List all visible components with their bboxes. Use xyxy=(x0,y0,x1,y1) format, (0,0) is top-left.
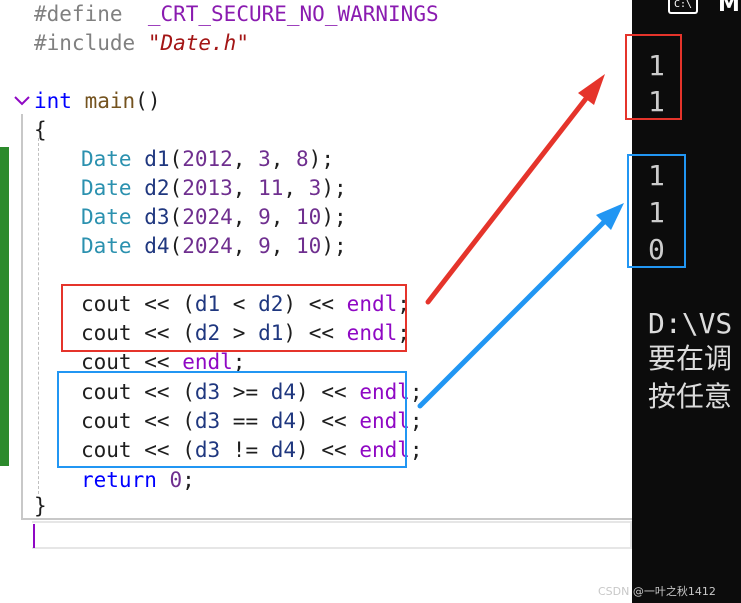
scope-guide-bottom xyxy=(21,518,632,520)
blue-highlight-box-output xyxy=(627,154,686,268)
console-message-line: 按任意 xyxy=(648,380,733,413)
code-line-date-decl[interactable]: Date d4(2024, 9, 10); xyxy=(34,232,347,261)
type-name: Date xyxy=(81,176,132,200)
type-name: Date xyxy=(81,205,132,229)
comma: , xyxy=(270,147,297,171)
semicolon: ; xyxy=(409,380,423,404)
text-caret xyxy=(33,524,35,548)
number-literal: 10 xyxy=(296,234,322,258)
comma: , xyxy=(232,205,259,229)
number-literal: 2024 xyxy=(182,205,233,229)
number-literal: 2024 xyxy=(182,234,233,258)
code-line-define[interactable]: #define _CRT_SECURE_NO_WARNINGS xyxy=(34,0,439,29)
type-name: Date xyxy=(81,234,132,258)
function-parens: () xyxy=(135,89,161,113)
semicolon: ; xyxy=(333,205,347,229)
code-line-include[interactable]: #include "Date.h" xyxy=(34,29,249,58)
open-paren: ( xyxy=(169,205,183,229)
number-literal: 3 xyxy=(308,176,322,200)
code-line-date-decl[interactable]: Date d3(2024, 9, 10); xyxy=(34,203,347,232)
code-line-return[interactable]: return 0; xyxy=(34,466,195,495)
define-directive: #define xyxy=(34,2,123,26)
semicolon: ; xyxy=(182,468,195,492)
current-line-highlight xyxy=(32,521,632,549)
number-literal: 3 xyxy=(258,147,271,171)
close-paren: ) xyxy=(321,234,334,258)
open-paren: ( xyxy=(169,234,183,258)
number-literal: 11 xyxy=(258,176,284,200)
return-value: 0 xyxy=(169,468,183,492)
variable-name: d2 xyxy=(144,176,170,200)
number-literal: 9 xyxy=(258,234,271,258)
number-literal: 8 xyxy=(296,147,309,171)
variable-name: d1 xyxy=(144,147,170,171)
comma: , xyxy=(232,234,259,258)
comma: , xyxy=(283,176,309,200)
open-paren: ( xyxy=(169,176,183,200)
comma: , xyxy=(232,176,259,200)
semicolon: ; xyxy=(409,409,423,433)
return-keyword: return xyxy=(81,468,157,492)
console-path-line: D:\VS xyxy=(648,307,733,340)
open-paren: ( xyxy=(169,147,183,171)
change-indicator-bar xyxy=(0,147,9,466)
number-literal: 9 xyxy=(258,205,271,229)
return-type: int xyxy=(34,89,72,113)
blue-highlight-box-code xyxy=(57,371,407,468)
close-paren: ) xyxy=(321,176,334,200)
variable-name: d4 xyxy=(144,234,170,258)
type-name: Date xyxy=(81,147,132,171)
open-brace: { xyxy=(34,118,47,142)
collapse-chevron-icon[interactable] xyxy=(12,91,32,111)
variable-name: d3 xyxy=(144,205,170,229)
red-highlight-box-code xyxy=(61,284,407,352)
close-paren: ) xyxy=(308,147,322,171)
semicolon: ; xyxy=(333,234,347,258)
red-highlight-box-output xyxy=(625,34,682,120)
semicolon: ; xyxy=(333,176,347,200)
comma: , xyxy=(270,205,297,229)
code-line-main[interactable]: int main() xyxy=(34,87,160,116)
comma: , xyxy=(232,147,259,171)
scope-guide xyxy=(21,114,23,519)
console-message-line: 要在调 xyxy=(648,342,733,375)
watermark: CSDN @一叶之秋1412 xyxy=(598,585,716,598)
number-literal: 10 xyxy=(296,205,322,229)
semicolon: ; xyxy=(321,147,334,171)
number-literal: 2013 xyxy=(182,176,233,200)
number-literal: 2012 xyxy=(182,147,233,171)
close-paren: ) xyxy=(321,205,334,229)
console-title: M xyxy=(718,0,740,17)
include-directive: #include xyxy=(34,31,136,55)
comma: , xyxy=(270,234,297,258)
code-line-date-decl[interactable]: Date d1(2012, 3, 8); xyxy=(34,145,334,174)
code-line-open-brace[interactable]: { xyxy=(34,116,47,145)
code-line-date-decl[interactable]: Date d2(2013, 11, 3); xyxy=(34,174,347,203)
macro-name: _CRT_SECURE_NO_WARNINGS xyxy=(147,2,439,26)
close-brace: } xyxy=(34,494,47,518)
semicolon: ; xyxy=(409,438,423,462)
code-editor[interactable]: #define _CRT_SECURE_NO_WARNINGS #include… xyxy=(0,0,632,603)
include-file: "Date.h" xyxy=(147,31,249,55)
terminal-icon: C:\ xyxy=(668,0,698,14)
function-name: main xyxy=(84,89,136,113)
code-line-close-brace[interactable]: } xyxy=(34,492,47,521)
